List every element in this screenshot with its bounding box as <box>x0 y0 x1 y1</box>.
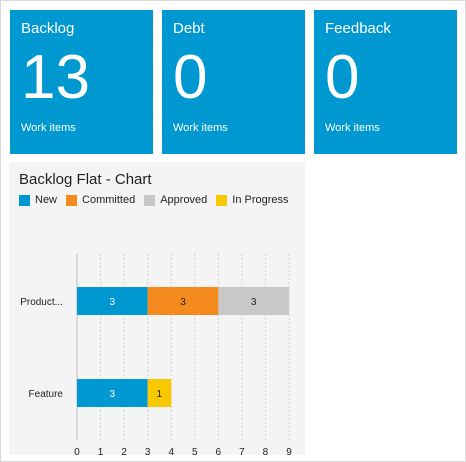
tile-feedback[interactable]: Feedback 0 Work items <box>314 10 457 154</box>
x-tick-label: 8 <box>263 447 269 455</box>
x-tick-label: 6 <box>216 447 222 455</box>
x-tick-label: 0 <box>74 447 80 455</box>
x-tick-label: 4 <box>168 447 174 455</box>
tile-feedback-title: Feedback <box>325 20 391 37</box>
bar-value-label: 3 <box>251 297 257 308</box>
x-tick-label: 9 <box>286 447 292 455</box>
x-tick-label: 7 <box>239 447 245 455</box>
tile-backlog[interactable]: Backlog 13 Work items <box>10 10 153 154</box>
tile-feedback-subtitle: Work items <box>325 122 380 134</box>
tile-debt-subtitle: Work items <box>173 122 228 134</box>
bar-value-label: 3 <box>110 297 116 308</box>
tile-debt-title: Debt <box>173 20 205 37</box>
bar-chart: 0 1 2 3 4 5 6 7 8 9 Product... 3 3 3 Feature 3 1 <box>20 254 292 455</box>
tile-backlog-count: 13 <box>21 43 90 112</box>
bar-value-label: 3 <box>110 389 116 400</box>
tile-debt-count: 0 <box>173 43 208 112</box>
tile-backlog-subtitle: Work items <box>21 122 76 134</box>
bar-value-label: 1 <box>157 389 163 400</box>
category-label: Feature <box>29 389 64 400</box>
dashboard-frame: Backlog 13 Work items Debt 0 Work items … <box>0 0 466 462</box>
category-label: Product... <box>20 297 63 308</box>
tile-debt[interactable]: Debt 0 Work items <box>162 10 305 154</box>
bar-value-label: 3 <box>180 297 186 308</box>
x-tick-label: 2 <box>121 447 127 455</box>
x-tick-label: 1 <box>98 447 104 455</box>
tile-backlog-title: Backlog <box>21 20 75 37</box>
x-tick-label: 5 <box>192 447 198 455</box>
x-tick-label: 3 <box>145 447 151 455</box>
tile-feedback-count: 0 <box>325 43 360 112</box>
chart-panel: Backlog Flat - Chart New Committed Appro… <box>9 162 305 455</box>
